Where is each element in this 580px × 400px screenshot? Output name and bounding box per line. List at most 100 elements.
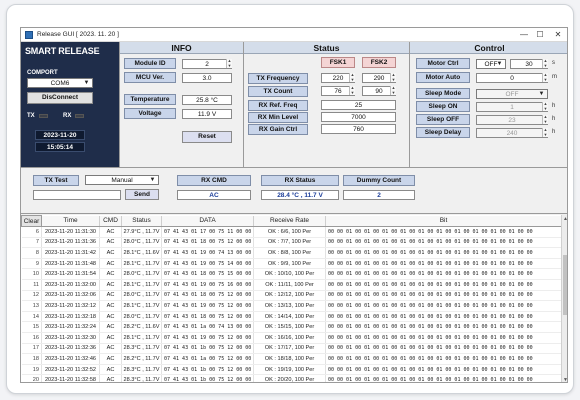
table-row[interactable]: 18 2023-11-20 11:32:46 AC 28.2°C , 11.7V 07 … bbox=[21, 353, 562, 365]
row-cmd: AC bbox=[99, 258, 122, 270]
col-receive-rate-header[interactable]: Receive Rate bbox=[253, 215, 326, 227]
reset-button[interactable]: Reset bbox=[182, 131, 232, 143]
spin-arrows-icon[interactable]: ▲ ▼ bbox=[390, 72, 396, 82]
tx-count-fsk2-input[interactable]: 90 ▲ ▼ bbox=[362, 85, 396, 96]
table-row[interactable]: 19 2023-11-20 11:32:52 AC 28.3°C , 11.7V 07 … bbox=[21, 364, 562, 376]
row-receive-rate: OK : 13/13, 100 Per bbox=[253, 300, 326, 312]
minimize-icon[interactable]: — bbox=[517, 29, 531, 41]
spin-arrows-icon[interactable]: ▲ ▼ bbox=[542, 72, 548, 82]
table-row[interactable]: 15 2023-11-20 11:32:24 AC 28.2°C , 11.6V 07 … bbox=[21, 321, 562, 333]
scroll-up-icon[interactable]: ▲ bbox=[562, 215, 567, 223]
row-time: 2023-11-20 11:32:58 bbox=[41, 374, 100, 382]
control-section: Control Motor Ctrl OFF ▼ 30 ▲ ▼ s Motor Aut… bbox=[409, 42, 567, 167]
comport-select[interactable]: COM6 ▼ bbox=[27, 78, 93, 88]
spin-arrows-icon[interactable]: ▲ ▼ bbox=[390, 85, 396, 95]
row-data: 07 41 43 01 18 00 75 12 00 00 bbox=[161, 237, 254, 249]
row-data: 07 41 43 01 19 00 75 12 00 00 bbox=[161, 300, 254, 312]
table-row[interactable]: 11 2023-11-20 11:32:00 AC 28.1°C , 11.7V 07 … bbox=[21, 279, 562, 291]
table-row[interactable]: 16 2023-11-20 11:32:30 AC 28.1°C , 11.7V 07 … bbox=[21, 332, 562, 344]
table-row[interactable]: 12 2023-11-20 11:32:06 AC 28.0°C , 11.7V 07 … bbox=[21, 290, 562, 302]
table-row[interactable]: 20 2023-11-20 11:32:58 AC 28.3°C , 11.7V 07 … bbox=[21, 374, 562, 382]
row-cmd: AC bbox=[99, 353, 122, 365]
rx-min-level-input[interactable]: 7000 bbox=[321, 112, 396, 122]
info-title: INFO bbox=[120, 42, 243, 54]
table-row[interactable]: 14 2023-11-20 11:32:18 AC 28.0°C , 11.7V 07 … bbox=[21, 311, 562, 323]
rx-gain-ctrl-input[interactable]: 760 bbox=[321, 124, 396, 134]
row-index: 17 bbox=[21, 343, 42, 355]
sleep-off-value: 23 bbox=[508, 117, 516, 124]
close-icon[interactable]: ✕ bbox=[551, 29, 565, 41]
mcu-ver-field: 3.0 bbox=[182, 73, 232, 83]
spin-arrows-icon[interactable]: ▲ ▼ bbox=[349, 85, 355, 95]
table-row[interactable]: 13 2023-11-20 11:32:12 AC 28.1°C , 11.7V 07 … bbox=[21, 300, 562, 312]
rx-ref-freq-input[interactable]: 25 bbox=[321, 100, 396, 110]
row-cmd: AC bbox=[99, 247, 122, 259]
spin-arrows-icon[interactable]: ▲ ▼ bbox=[349, 72, 355, 82]
scroll-thumb[interactable] bbox=[563, 255, 567, 315]
sleep-delay-input[interactable]: 240 ▲ ▼ bbox=[476, 127, 548, 138]
row-bit: 00 00 01 00 01 00 01 00 01 00 01 00 01 0… bbox=[325, 226, 562, 238]
row-time: 2023-11-20 11:31:54 bbox=[41, 268, 100, 280]
motor-auto-value: 0 bbox=[510, 75, 514, 82]
col-bit-header[interactable]: Bit bbox=[325, 215, 562, 227]
tx-frequency-fsk2-input[interactable]: 290 ▲ ▼ bbox=[362, 72, 396, 83]
test-bar: TX Test Manual ▼ Send RX CMD AC RX Status… bbox=[21, 167, 567, 214]
table-row[interactable]: 9 2023-11-20 11:31:48 AC 28.1°C , 11.7V 07 4… bbox=[21, 258, 562, 270]
row-status: 28.1°C , 11.7V bbox=[121, 300, 162, 312]
maximize-icon[interactable]: ☐ bbox=[533, 29, 547, 41]
col-data-header[interactable]: DATA bbox=[161, 215, 254, 227]
spin-arrows-icon[interactable]: ▲ ▼ bbox=[542, 58, 548, 68]
clear-button[interactable]: Clear bbox=[21, 215, 42, 227]
row-index: 13 bbox=[21, 300, 42, 312]
row-receive-rate: OK : 15/15, 100 Per bbox=[253, 321, 326, 333]
rx-led-icon bbox=[75, 114, 84, 118]
spin-arrows-icon[interactable]: ▲ ▼ bbox=[226, 58, 232, 68]
table-row[interactable]: 7 2023-11-20 11:31:36 AC 28.0°C , 11.7V 07 4… bbox=[21, 237, 562, 249]
col-status-header[interactable]: Status bbox=[121, 215, 162, 227]
current-date: 2023-11-20 bbox=[35, 130, 85, 140]
disconnect-button[interactable]: DisConnect bbox=[27, 92, 93, 104]
row-receive-rate: OK : 6/6, 100 Per bbox=[253, 226, 326, 238]
table-row[interactable]: 17 2023-11-20 11:32:36 AC 28.3°C , 11.7V 07 … bbox=[21, 343, 562, 355]
col-time-header[interactable]: Time bbox=[41, 215, 100, 227]
log-grid: Clear Time CMD Status DATA Receive Rate … bbox=[21, 215, 567, 382]
col-cmd-header[interactable]: CMD bbox=[99, 215, 122, 227]
table-row[interactable]: 10 2023-11-20 11:31:54 AC 28.0°C , 11.7V 07 … bbox=[21, 268, 562, 280]
module-id-input[interactable]: 2 ▲ ▼ bbox=[182, 58, 232, 69]
row-time: 2023-11-20 11:32:24 bbox=[41, 321, 100, 333]
motor-ctrl-select[interactable]: OFF ▼ bbox=[476, 59, 506, 69]
sleep-mode-select[interactable]: OFF ▼ bbox=[476, 89, 548, 99]
tx-test-mode-select[interactable]: Manual ▼ bbox=[85, 175, 159, 185]
row-bit: 00 00 01 00 01 00 01 00 01 00 01 00 01 0… bbox=[325, 332, 562, 344]
row-cmd: AC bbox=[99, 226, 122, 238]
status-section: Status FSK1 FSK2 TX Frequency 220 ▲ ▼ 290 ▲… bbox=[243, 42, 409, 167]
row-bit: 00 00 01 00 01 00 01 00 01 00 01 00 01 0… bbox=[325, 268, 562, 280]
spin-arrows-icon[interactable]: ▲ ▼ bbox=[542, 127, 548, 137]
row-status: 28.0°C , 11.7V bbox=[121, 290, 162, 302]
table-row[interactable]: 6 2023-11-20 11:31:30 AC 27.9°C , 11.7V 07 4… bbox=[21, 226, 562, 238]
table-row[interactable]: 8 2023-11-20 11:31:42 AC 28.1°C , 11.6V 07 4… bbox=[21, 247, 562, 259]
row-receive-rate: OK : 7/7, 100 Per bbox=[253, 237, 326, 249]
sleep-on-unit: h bbox=[552, 103, 556, 109]
brand-title: SMART RELEASE bbox=[25, 46, 100, 56]
tx-frequency-fsk1-input[interactable]: 220 ▲ ▼ bbox=[321, 72, 355, 83]
row-index: 20 bbox=[21, 374, 42, 382]
row-time: 2023-11-20 11:32:36 bbox=[41, 343, 100, 355]
tx-test-label: TX Test bbox=[33, 175, 79, 186]
row-receive-rate: OK : 9/9, 100 Per bbox=[253, 258, 326, 270]
log-scrollbar[interactable]: ▲ ▼ bbox=[561, 215, 567, 382]
send-button[interactable]: Send bbox=[125, 189, 159, 200]
spin-arrows-icon[interactable]: ▲ ▼ bbox=[542, 114, 548, 124]
release-gui-window: Release GUI [ 2023. 11. 20 ] — ☐ ✕ SMART… bbox=[20, 27, 568, 383]
sleep-off-input[interactable]: 23 ▲ ▼ bbox=[476, 114, 548, 125]
voltage-label: Voltage bbox=[124, 108, 176, 119]
row-status: 28.1°C , 11.7V bbox=[121, 279, 162, 291]
scroll-down-icon[interactable]: ▼ bbox=[562, 376, 567, 382]
row-data: 07 41 43 01 17 00 75 11 00 00 bbox=[161, 226, 254, 238]
sleep-on-input[interactable]: 1 ▲ ▼ bbox=[476, 101, 548, 112]
tx-test-input[interactable] bbox=[33, 190, 121, 200]
tx-count-fsk1-input[interactable]: 76 ▲ ▼ bbox=[321, 85, 355, 96]
spin-arrows-icon[interactable]: ▲ ▼ bbox=[542, 101, 548, 111]
motor-ctrl-input[interactable]: 30 ▲ ▼ bbox=[510, 58, 548, 69]
motor-auto-input[interactable]: 0 ▲ ▼ bbox=[476, 72, 548, 83]
